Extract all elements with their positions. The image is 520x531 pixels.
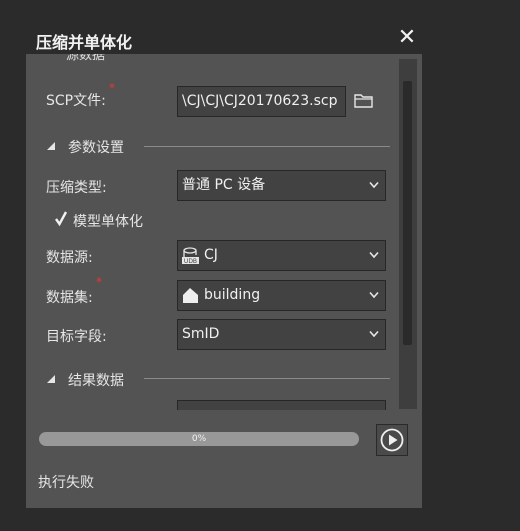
- datasource-label: 数据源:: [46, 250, 93, 266]
- region-dataset-icon: [183, 288, 198, 303]
- model-singlize-checkbox[interactable]: [54, 211, 68, 227]
- required-marker: *: [109, 81, 115, 95]
- chevron-down-icon: [369, 181, 379, 189]
- compression-type-select[interactable]: 普通 PC 设备: [177, 170, 386, 201]
- model-singlize-label: 模型单体化: [73, 214, 143, 230]
- dataset-select[interactable]: building: [177, 280, 386, 311]
- target-field-select[interactable]: SmID: [177, 319, 386, 350]
- dataset-value: building: [204, 287, 261, 303]
- progress-bar: 0%: [39, 432, 359, 446]
- section-divider: [144, 378, 390, 379]
- scrollbar-thumb[interactable]: [403, 81, 412, 345]
- svg-text:UDB: UDB: [184, 258, 197, 265]
- run-button[interactable]: [376, 424, 408, 456]
- target-field-label: 目标字段:: [46, 329, 107, 345]
- dialog-title: 压缩并单体化: [36, 33, 133, 52]
- datasource-value: CJ: [204, 247, 218, 263]
- required-marker: *: [96, 275, 102, 289]
- compression-type-label: 压缩类型:: [46, 180, 107, 196]
- vertical-scrollbar[interactable]: [399, 59, 417, 409]
- status-text: 执行失败: [38, 475, 94, 491]
- chevron-down-icon: [369, 330, 379, 338]
- progress-text: 0%: [191, 434, 207, 444]
- datasource-select[interactable]: UDB CJ: [177, 240, 386, 271]
- collapse-triangle-icon: [47, 142, 55, 150]
- source-section-label: 源数据: [66, 54, 106, 63]
- target-field-value: SmID: [182, 326, 220, 342]
- udb-datasource-icon: UDB: [182, 247, 199, 265]
- compress-singlize-dialog: 压缩并单体化 ✕ 源数据 SCP文件: * \CJ\CJ\CJ20170623.…: [26, 24, 422, 508]
- scp-file-label: SCP文件:: [46, 93, 106, 109]
- section-divider: [144, 146, 390, 147]
- result-section-header[interactable]: 结果数据: [46, 370, 156, 390]
- result-section-label: 结果数据: [68, 373, 124, 389]
- result-field-input[interactable]: [177, 400, 386, 410]
- collapse-triangle-icon: [47, 375, 55, 383]
- play-icon: [380, 428, 404, 452]
- chevron-down-icon: [369, 251, 379, 259]
- params-section-header[interactable]: 参数设置: [46, 137, 146, 157]
- dialog-titlebar: 压缩并单体化 ✕: [26, 24, 422, 54]
- chevron-down-icon: [369, 291, 379, 299]
- folder-icon[interactable]: [352, 90, 376, 112]
- settings-scroll-area: 源数据 SCP文件: * \CJ\CJ\CJ20170623.scp 参数设置 …: [26, 54, 398, 410]
- compression-type-value: 普通 PC 设备: [182, 177, 266, 193]
- close-icon[interactable]: ✕: [396, 26, 418, 50]
- params-section-label: 参数设置: [68, 140, 124, 156]
- dataset-label: 数据集:: [46, 290, 93, 306]
- scp-file-input[interactable]: \CJ\CJ\CJ20170623.scp: [177, 86, 346, 117]
